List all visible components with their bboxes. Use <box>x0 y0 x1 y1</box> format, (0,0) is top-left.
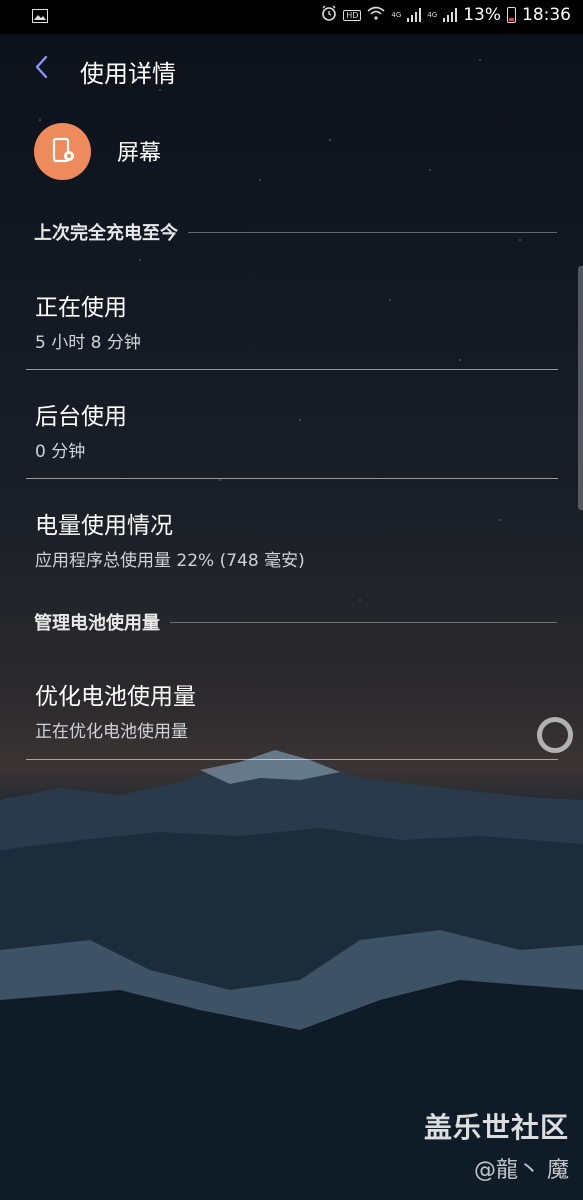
section-header-since-full-charge: 上次完全充电至今 <box>34 219 557 245</box>
status-bar: HD 4G 4G 13% 18:36 <box>0 0 583 34</box>
image-icon <box>32 8 48 28</box>
item-title: 优化电池使用量 <box>35 684 196 710</box>
clock: 18:36 <box>522 5 571 25</box>
section-title: 管理电池使用量 <box>34 613 160 634</box>
item-subtitle: 应用程序总使用量 22% (748 毫安) <box>35 551 305 571</box>
signal-icon <box>443 8 458 22</box>
alarm-icon <box>321 5 337 25</box>
item-subtitle: 5 小时 8 分钟 <box>35 333 141 353</box>
watermark-title: 盖乐世社区 <box>423 1111 569 1144</box>
list-item-background-usage: 后台使用 0 分钟 <box>26 397 558 462</box>
hd-badge: HD <box>343 9 362 21</box>
list-item-foreground-usage: 正在使用 5 小时 8 分钟 <box>26 288 558 353</box>
section-divider <box>188 231 557 233</box>
item-subtitle: 正在优化电池使用量 <box>35 722 188 742</box>
battery-percent: 13% <box>463 5 501 25</box>
list-item-optimize-battery[interactable]: 优化电池使用量 正在优化电池使用量 <box>26 677 558 742</box>
divider <box>26 369 558 370</box>
floating-assist-button[interactable] <box>537 717 573 753</box>
chevron-left-icon <box>34 55 48 83</box>
back-button[interactable] <box>26 54 56 84</box>
watermark-author: @龍丶 魔 <box>474 1158 569 1183</box>
app-name: 屏幕 <box>117 141 162 166</box>
section-header-manage-battery: 管理电池使用量 <box>34 609 557 635</box>
screen-settings-icon <box>34 122 91 180</box>
item-title: 正在使用 <box>35 295 127 321</box>
watermark: 盖乐世社区 @龍丶 魔 <box>424 1106 569 1184</box>
scrollbar[interactable] <box>578 266 583 510</box>
item-title: 后台使用 <box>35 404 127 430</box>
item-title: 电量使用情况 <box>35 513 173 539</box>
section-title: 上次完全充电至今 <box>34 223 178 244</box>
signal-icon <box>407 8 422 22</box>
divider <box>26 478 558 479</box>
network-type-label: 4G <box>391 10 402 19</box>
battery-icon <box>507 7 516 23</box>
wifi-icon <box>367 5 385 25</box>
starry-background <box>0 0 583 760</box>
app-info-row: 屏幕 <box>34 122 534 180</box>
item-subtitle: 0 分钟 <box>35 442 86 462</box>
network-type-label: 4G <box>427 10 438 19</box>
app-bar: 使用详情 <box>0 34 583 106</box>
divider <box>26 759 558 760</box>
list-item-power-usage: 电量使用情况 应用程序总使用量 22% (748 毫安) <box>26 506 558 571</box>
page-title: 使用详情 <box>80 60 176 88</box>
section-divider <box>170 621 557 623</box>
